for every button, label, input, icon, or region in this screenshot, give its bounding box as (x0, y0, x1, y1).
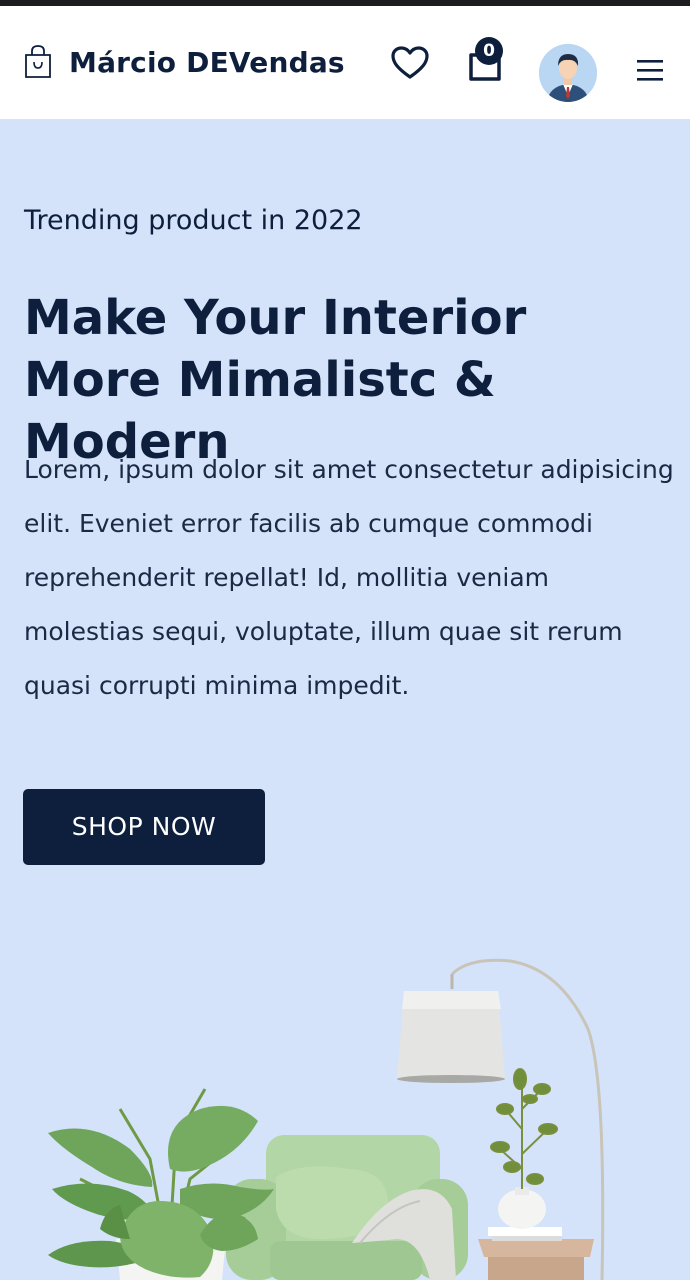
green-armchair (226, 1135, 468, 1280)
brand-name: Márcio DEVendas (69, 45, 345, 79)
cart-count-badge: 0 (475, 37, 503, 65)
hero-description: Lorem, ipsum dolor sit amet consectetur … (24, 455, 674, 700)
shopping-bag-icon (25, 45, 51, 78)
hero-eyebrow: Trending product in 2022 (24, 205, 363, 236)
user-avatar-illustration (539, 44, 597, 102)
side-table (478, 1239, 594, 1257)
hamburger-menu-icon[interactable] (634, 55, 666, 85)
avatar[interactable] (539, 44, 597, 102)
hero-section: Trending product in 2022 Make Your Inter… (0, 119, 690, 1280)
living-room-illustration (48, 958, 605, 1280)
small-vase-plant (490, 1068, 558, 1189)
site-header: Márcio DEVendas 0 (0, 6, 690, 119)
brand-logo-link[interactable]: Márcio DEVendas (23, 44, 345, 80)
heart-icon[interactable] (391, 46, 429, 80)
shop-now-button[interactable]: SHOP NOW (23, 789, 265, 865)
